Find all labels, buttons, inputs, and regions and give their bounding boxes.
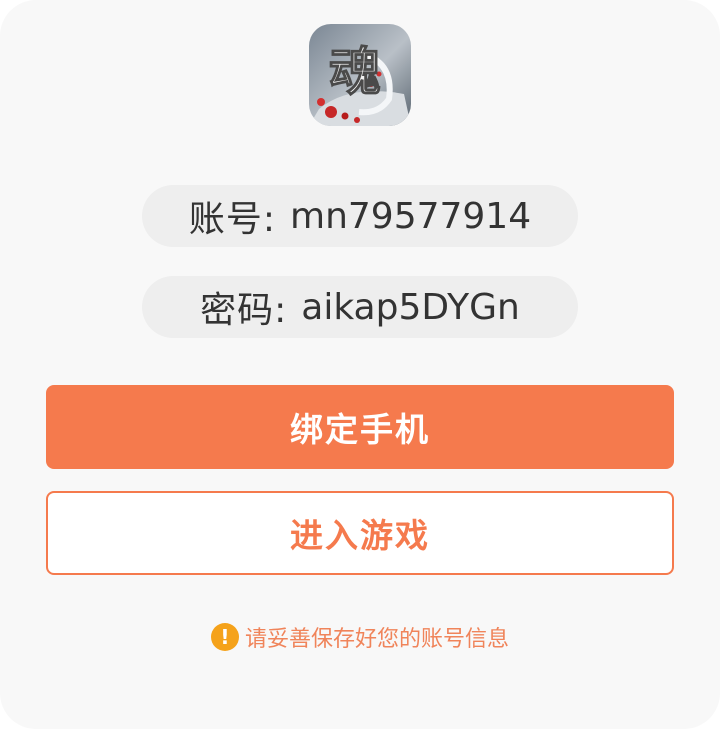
exclamation-circle-icon: ! [210,623,239,651]
game-logo-glyph: 魂 [329,42,381,103]
account-info-dialog: 魂 账号: mn79577914 密码: aikap5DYGn 绑定手机 进入游… [0,0,720,729]
bind-phone-button[interactable]: 绑定手机 [46,385,674,469]
password-label: 密码: [200,290,288,331]
bind-phone-label: 绑定手机 [290,410,430,449]
notice-text: 请妥善保存好您的账号信息 [244,627,509,652]
password-value: aikap5DYGn [301,286,520,328]
account-value: mn79577914 [290,195,532,237]
account-label: 账号: [188,199,276,240]
enter-game-label: 进入游戏 [290,516,430,555]
save-account-notice: ! 请妥善保存好您的账号信息 [0,620,720,654]
account-display: 账号: mn79577914 [142,185,578,247]
password-display: 密码: aikap5DYGn [142,276,578,338]
game-logo-icon: 魂 [309,24,411,126]
enter-game-button[interactable]: 进入游戏 [46,491,674,575]
